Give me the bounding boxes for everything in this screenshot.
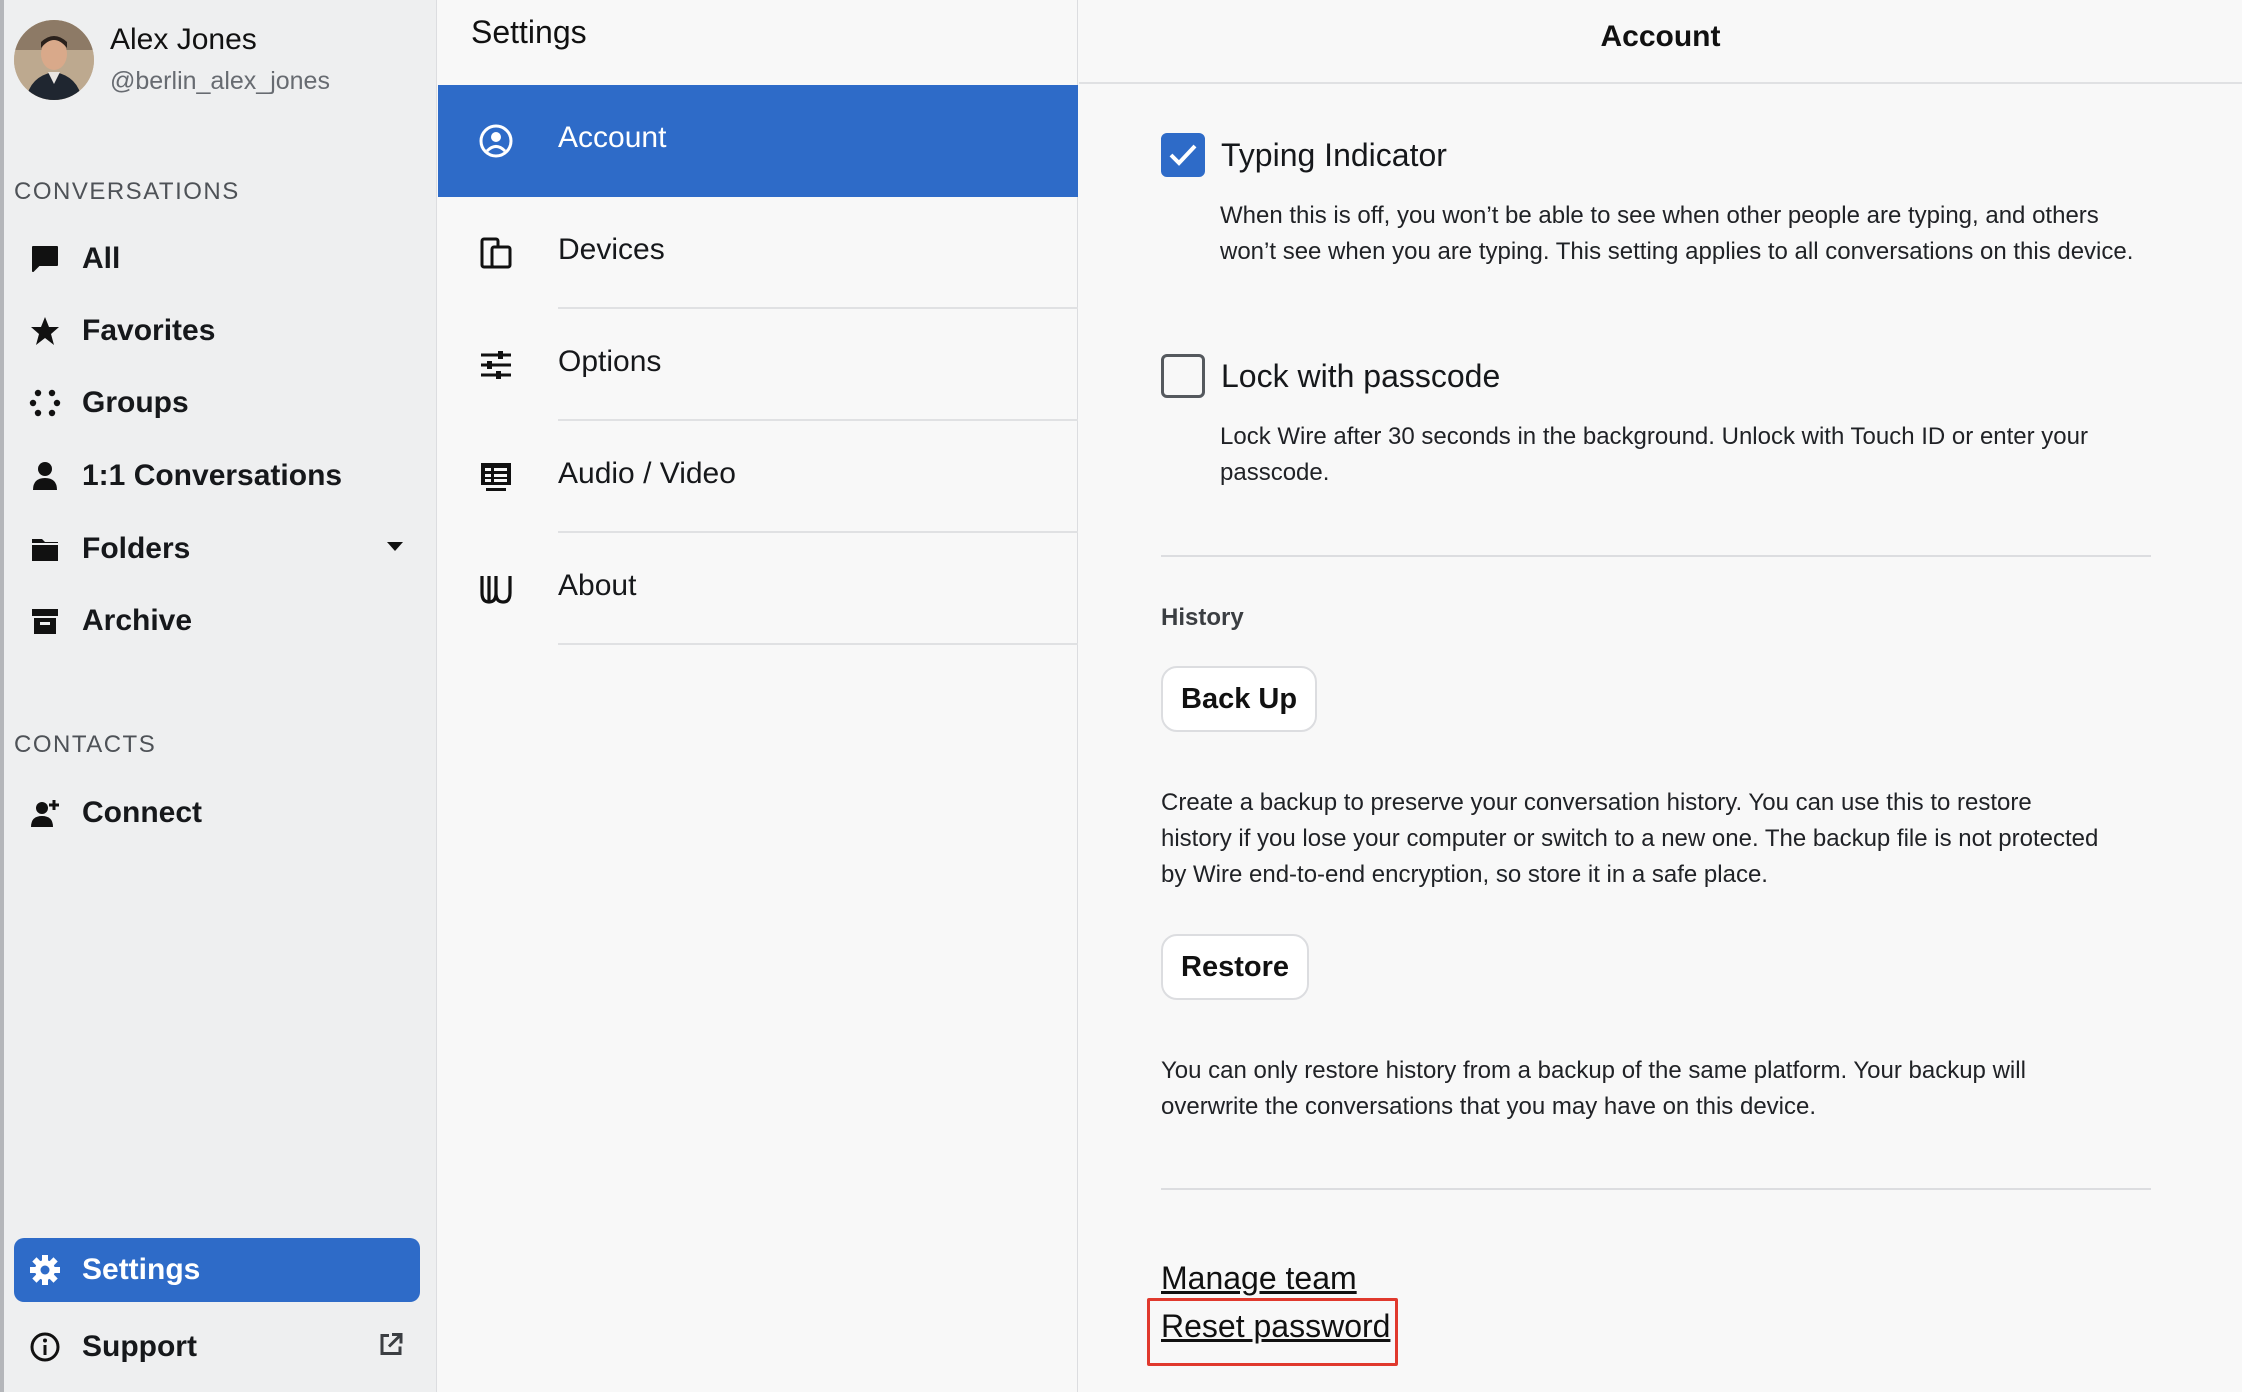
conversations-section-title: CONVERSATIONS — [14, 178, 240, 205]
sliders-icon — [478, 347, 514, 383]
back-up-button[interactable]: Back Up — [1161, 666, 1318, 732]
lock-passcode-checkbox[interactable] — [1161, 354, 1205, 398]
folder-icon — [28, 532, 62, 566]
window-edge — [0, 0, 4, 1392]
sidebar-item-settings[interactable]: Settings — [14, 1238, 420, 1302]
add-contact-icon — [28, 796, 62, 830]
manage-team-link[interactable]: Manage team — [1161, 1260, 1357, 1297]
typing-indicator-row: Typing Indicator — [1161, 133, 1447, 177]
sidebar-item-archive[interactable]: Archive — [14, 590, 420, 652]
backup-description: Create a backup to preserve your convers… — [1161, 789, 2099, 888]
settings-menu-account[interactable]: Account — [438, 85, 1078, 197]
audio-video-icon — [478, 459, 514, 495]
typing-indicator-label[interactable]: Typing Indicator — [1221, 137, 1447, 174]
conversation-sidebar: Alex Jones @berlin_alex_jones CONVERSATI… — [0, 0, 437, 1392]
settings-menu-options[interactable]: Options — [438, 309, 1078, 421]
sidebar-item-1-1-conversations[interactable]: 1:1 Conversations — [14, 445, 420, 507]
history-section-title: History — [1161, 604, 1244, 631]
typing-indicator-description: When this is off, you won’t be able to s… — [1220, 202, 2134, 265]
gear-icon — [28, 1253, 62, 1287]
lock-passcode-label[interactable]: Lock with passcode — [1221, 358, 1500, 395]
settings-menu-about[interactable]: About — [438, 533, 1078, 645]
user-handle: @berlin_alex_jones — [110, 67, 330, 95]
archive-icon — [28, 604, 62, 638]
sidebar-item-connect[interactable]: Connect — [14, 782, 420, 844]
user-profile[interactable]: Alex Jones @berlin_alex_jones — [14, 20, 330, 100]
chevron-down-icon[interactable] — [386, 540, 404, 558]
avatar[interactable] — [14, 20, 94, 100]
restore-button[interactable]: Restore — [1161, 934, 1309, 1000]
info-icon — [28, 1330, 62, 1364]
settings-menu-label: About — [558, 569, 637, 602]
sidebar-item-label: Favorites — [82, 314, 216, 347]
wire-logo-icon — [478, 571, 514, 607]
sidebar-item-favorites[interactable]: Favorites — [14, 300, 420, 362]
settings-menu-label: Devices — [558, 233, 665, 266]
sidebar-item-label: Support — [82, 1330, 197, 1363]
page-title: Account — [1600, 20, 1721, 53]
groups-dots-icon — [28, 386, 62, 420]
sidebar-item-support[interactable]: Support — [14, 1316, 420, 1378]
account-header: Account — [1079, 0, 2242, 84]
star-icon — [28, 314, 62, 348]
devices-icon — [478, 235, 514, 271]
sidebar-item-label: 1:1 Conversations — [82, 459, 343, 492]
reset-password-link[interactable]: Reset password — [1161, 1308, 1390, 1345]
sidebar-item-folders[interactable]: Folders — [14, 518, 420, 580]
account-circle-icon — [478, 123, 514, 159]
chat-bubble-icon — [28, 242, 62, 276]
sidebar-item-groups[interactable]: Groups — [14, 372, 420, 434]
restore-description: You can only restore history from a back… — [1161, 1057, 2026, 1120]
settings-menu-audio-video[interactable]: Audio / Video — [438, 421, 1078, 533]
divider — [1161, 1188, 2151, 1190]
lock-passcode-description: Lock Wire after 30 seconds in the backgr… — [1220, 423, 2088, 486]
user-name: Alex Jones — [110, 23, 257, 56]
contacts-section-title: CONTACTS — [14, 731, 157, 758]
sidebar-item-all[interactable]: All — [14, 228, 420, 290]
account-settings-panel: Account Typing Indicator When this is of… — [1079, 0, 2242, 1392]
sidebar-item-label: Folders — [82, 532, 191, 565]
person-icon — [28, 459, 62, 493]
divider — [558, 643, 1078, 645]
settings-title: Settings — [471, 14, 587, 50]
settings-menu-label: Account — [558, 121, 667, 154]
sidebar-item-label: Connect — [82, 796, 202, 829]
external-link-icon — [378, 1332, 404, 1363]
sidebar-item-label: All — [82, 242, 121, 275]
lock-passcode-row: Lock with passcode — [1161, 354, 1500, 398]
sidebar-item-label: Archive — [82, 604, 193, 637]
settings-menu-panel: Settings Account Devices Options Audio /… — [438, 0, 1078, 1392]
sidebar-item-label: Groups — [82, 386, 189, 419]
divider — [1161, 555, 2151, 557]
sidebar-item-label: Settings — [82, 1253, 201, 1286]
settings-menu-devices[interactable]: Devices — [438, 197, 1078, 309]
settings-menu-label: Options — [558, 345, 662, 378]
typing-indicator-checkbox[interactable] — [1161, 133, 1205, 177]
settings-menu-label: Audio / Video — [558, 457, 736, 490]
checkmark-icon — [1169, 144, 1197, 166]
